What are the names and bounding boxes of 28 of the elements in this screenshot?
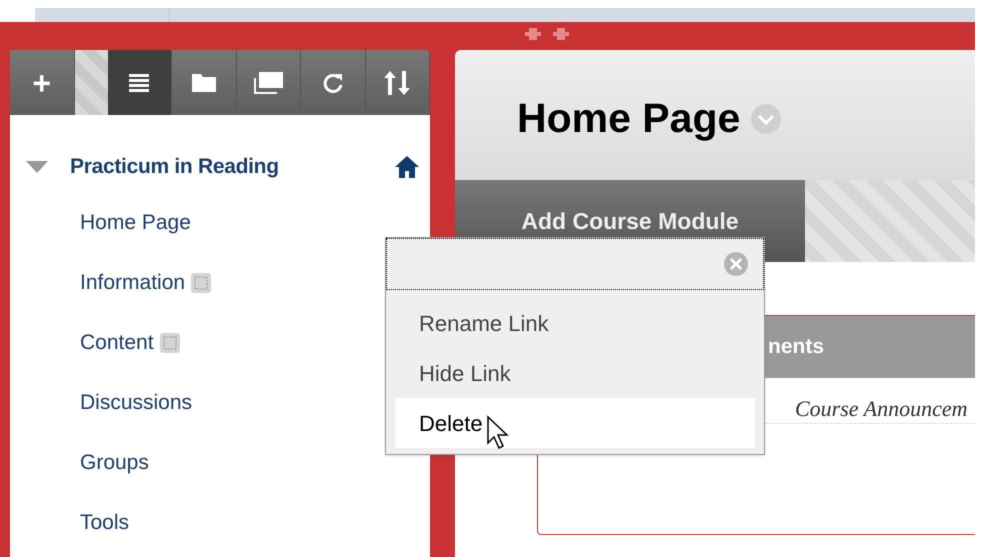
course-menu-link[interactable]: Home Page [80, 207, 191, 239]
add-button[interactable]: + [10, 50, 74, 115]
folder-icon [192, 74, 216, 92]
list-icon [129, 72, 150, 92]
page-title: Home Page [517, 94, 740, 144]
course-menu-link[interactable]: Information [80, 267, 186, 299]
list-button[interactable] [108, 50, 172, 115]
menu-item[interactable]: Delete [395, 398, 755, 448]
course-menu-link[interactable]: Discussions [80, 387, 192, 419]
striped-spacer [74, 50, 108, 115]
collapse-triangle-icon[interactable] [26, 161, 48, 173]
refresh-button[interactable] [301, 50, 366, 115]
sort-button[interactable] [366, 50, 430, 115]
course-menu-link[interactable]: Content [80, 327, 154, 359]
announcement-text: Course Announcem [795, 396, 968, 421]
menu-item[interactable]: Rename Link [395, 298, 755, 348]
module-title: nents [768, 334, 824, 360]
course-menu-link[interactable]: Groups [80, 447, 149, 479]
folder-button[interactable] [172, 50, 236, 115]
menu-item[interactable]: Hide Link [395, 348, 755, 398]
home-icon[interactable] [394, 155, 420, 179]
sort-arrows-icon [384, 70, 410, 94]
windows-icon [253, 72, 284, 94]
windows-button[interactable] [236, 50, 301, 115]
refresh-icon [322, 72, 344, 94]
mouse-pointer-icon [486, 415, 510, 451]
course-menu-link[interactable]: Tools [80, 507, 130, 539]
course-title[interactable]: Practicum in Reading [70, 151, 279, 183]
